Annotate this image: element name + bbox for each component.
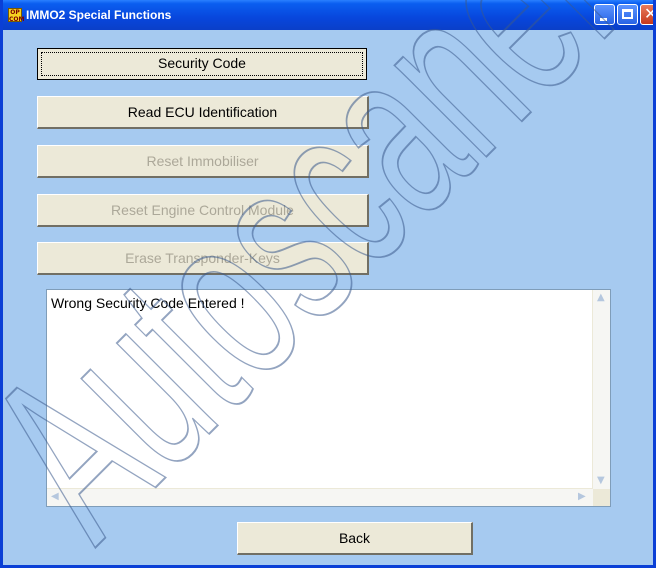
horizontal-scrollbar[interactable]: ◀ ▶	[47, 488, 593, 506]
close-button[interactable]: ✕	[640, 4, 653, 25]
reset-immobiliser-label: Reset Immobiliser	[146, 153, 259, 169]
title-bar[interactable]: OP COM IMMO2 Special Functions ✕	[3, 0, 653, 30]
scroll-right-icon[interactable]: ▶	[578, 491, 586, 502]
erase-transponder-keys-button[interactable]: Erase Transponder-Keys	[37, 242, 369, 275]
output-message: Wrong Security Code Entered !	[51, 295, 245, 311]
reset-ecm-label: Reset Engine Control Module	[111, 202, 294, 218]
maximize-button[interactable]	[617, 4, 638, 25]
output-text-area[interactable]: Wrong Security Code Entered ! ▲ ▼ ◀ ▶	[46, 289, 611, 507]
reset-engine-control-module-button[interactable]: Reset Engine Control Module	[37, 194, 369, 227]
close-icon: ✕	[644, 4, 653, 23]
scroll-corner	[593, 489, 610, 506]
minimize-button[interactable]	[594, 4, 615, 25]
back-button[interactable]: Back	[237, 522, 473, 555]
read-ecu-label: Read ECU Identification	[127, 104, 278, 120]
window-title: IMMO2 Special Functions	[26, 8, 172, 22]
focus-ring	[41, 52, 363, 76]
reset-immobiliser-button[interactable]: Reset Immobiliser	[37, 145, 369, 178]
read-ecu-identification-button[interactable]: Read ECU Identification	[37, 96, 369, 129]
security-code-button[interactable]: Security Code	[37, 48, 367, 80]
back-label: Back	[338, 530, 371, 546]
scroll-up-icon[interactable]: ▲	[597, 292, 605, 303]
scroll-left-icon[interactable]: ◀	[51, 491, 59, 502]
scroll-down-icon[interactable]: ▼	[597, 475, 605, 486]
erase-keys-label: Erase Transponder-Keys	[125, 250, 280, 266]
vertical-scrollbar[interactable]: ▲ ▼	[592, 290, 610, 489]
main-window: OP COM IMMO2 Special Functions ✕ Securit…	[0, 0, 656, 568]
opcom-app-icon: OP COM	[8, 8, 25, 23]
